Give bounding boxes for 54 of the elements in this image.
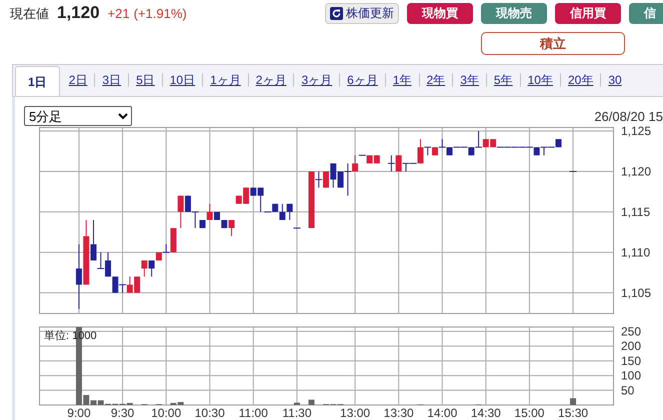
period-tab[interactable]: 10日 <box>162 67 202 93</box>
axis-label: 50 <box>621 383 634 398</box>
buy-button[interactable]: 現物買 <box>407 2 473 24</box>
axis-label: 250 <box>621 324 642 338</box>
axis-label: 100 <box>621 368 642 383</box>
period-tab[interactable]: 1日 <box>15 66 60 96</box>
axis-label: 200 <box>621 339 642 354</box>
period-tab[interactable]: 3ヶ月 <box>294 67 340 93</box>
refresh-icon <box>330 6 343 20</box>
volume-bar <box>308 400 314 405</box>
timestamp: 26/08/20 15 <box>594 108 663 124</box>
axis-label: 1,105 <box>621 286 652 300</box>
axis-label: 15:00 <box>514 406 544 420</box>
interval-select[interactable]: 5分足 <box>24 106 132 126</box>
period-tab[interactable]: 1年 <box>386 67 419 93</box>
period-tab[interactable]: 2年 <box>420 67 452 93</box>
axis-label: 11:30 <box>282 406 312 420</box>
axis-label: 13:00 <box>340 406 370 420</box>
axis-label: 1,125 <box>621 124 652 138</box>
period-tab[interactable]: 10年 <box>520 67 560 93</box>
sell-button[interactable]: 現物売 <box>481 2 547 24</box>
accumulate-button[interactable]: 積立 <box>481 32 625 55</box>
period-tab[interactable]: 3日 <box>95 67 128 93</box>
axis-label: 150 <box>621 354 642 368</box>
axis-label: 14:30 <box>470 406 501 420</box>
current-price-label: 現在値 <box>10 5 49 23</box>
axis-label: 1,115 <box>621 204 650 219</box>
period-tab[interactable]: 2日 <box>62 67 94 93</box>
axis-label: 13:30 <box>384 406 414 420</box>
axis-label: 15:30 <box>558 406 588 420</box>
period-tab[interactable]: 20年 <box>560 67 600 93</box>
axis-label: 1,110 <box>621 245 650 260</box>
axis-label: 11:00 <box>238 406 268 420</box>
period-tab[interactable]: 2ヶ月 <box>248 67 294 93</box>
axis-label: 10:00 <box>151 406 182 420</box>
current-price: 1,120 <box>57 3 100 23</box>
volume-bar <box>294 402 300 405</box>
sell-button[interactable]: 信 <box>629 2 663 24</box>
price-change-percent: (+1.91%) <box>134 6 187 21</box>
volume-bar <box>570 398 576 405</box>
axis-label: 10:30 <box>194 406 225 420</box>
period-tab[interactable]: 1ヶ月 <box>203 67 248 93</box>
buy-button[interactable]: 信用買 <box>555 2 621 24</box>
period-tab[interactable]: 5日 <box>129 67 162 93</box>
axis-label: 14:00 <box>427 406 458 420</box>
period-tab[interactable]: 6ヶ月 <box>340 67 385 93</box>
refresh-button[interactable]: 株価更新 <box>325 2 399 24</box>
axis-label: 9:00 <box>67 406 91 420</box>
period-tab[interactable]: 3年 <box>453 67 486 93</box>
period-tab[interactable]: 30 <box>601 67 629 93</box>
axis-label: 9:30 <box>110 406 134 420</box>
period-tab[interactable]: 5年 <box>486 67 520 93</box>
axis-label: 1,120 <box>621 164 652 178</box>
price-change: +21 <box>108 6 130 21</box>
